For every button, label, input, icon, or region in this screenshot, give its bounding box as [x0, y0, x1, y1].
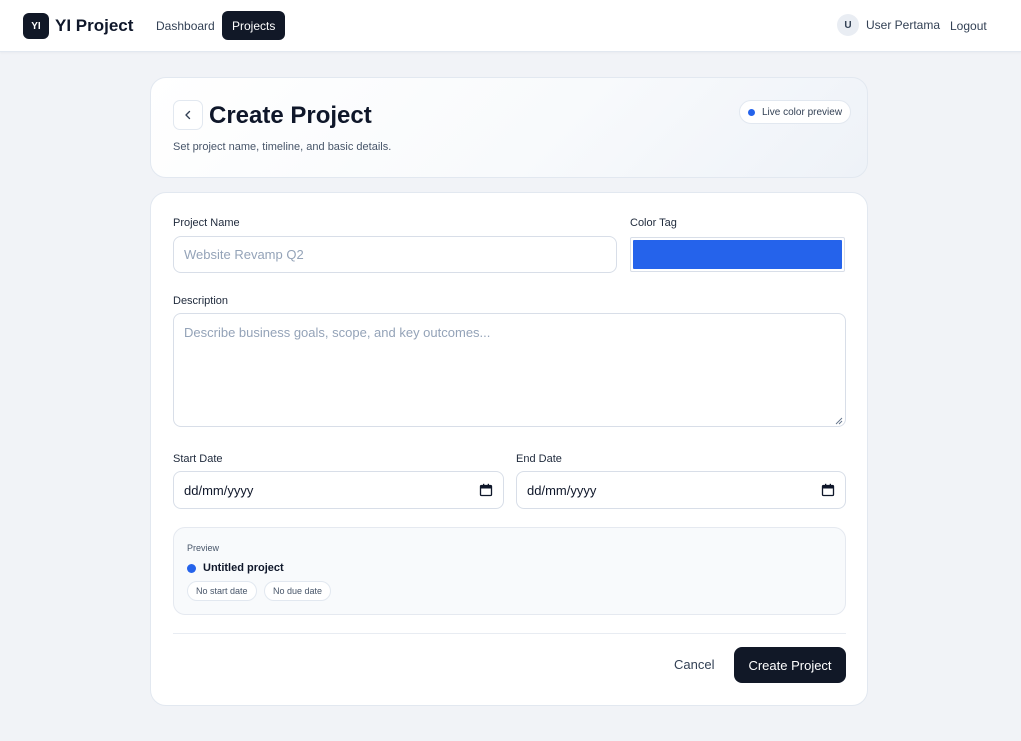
start-date-label: Start Date — [173, 453, 223, 465]
start-date-input[interactable]: dd/mm/yyyy — [173, 471, 504, 509]
page-header-card: Create Project Set project name, timelin… — [150, 77, 868, 178]
preview-title-row: Untitled project — [187, 562, 284, 574]
nav-item-projects[interactable]: Projects — [222, 11, 286, 40]
page-title: Create Project — [209, 102, 372, 129]
user-menu[interactable]: U User Pertama — [837, 14, 940, 36]
calendar-icon[interactable] — [821, 483, 835, 497]
page-subtitle: Set project name, timeline, and basic de… — [173, 141, 392, 153]
end-date-label: End Date — [516, 453, 562, 465]
resize-handle-icon[interactable] — [835, 417, 843, 425]
nav-item-dashboard[interactable]: Dashboard — [146, 11, 225, 40]
user-name: User Pertama — [866, 18, 941, 32]
logout-link[interactable]: Logout — [950, 19, 987, 33]
cancel-button[interactable]: Cancel — [674, 657, 714, 672]
brand-name: YI Project — [55, 16, 134, 35]
project-form: Project Name Color Tag Description Start… — [150, 192, 868, 706]
due-date-chip: No due date — [264, 581, 332, 601]
create-project-button[interactable]: Create Project — [734, 647, 846, 683]
brand-logo: YI — [23, 13, 49, 39]
end-date-placeholder: dd/mm/yyyy — [527, 482, 597, 498]
color-swatch — [633, 240, 842, 269]
description-label: Description — [173, 295, 229, 307]
start-date-placeholder: dd/mm/yyyy — [184, 482, 254, 498]
color-tag-label: Color Tag — [630, 217, 677, 229]
live-color-preview-badge: Live color preview — [739, 100, 852, 124]
calendar-icon[interactable] — [479, 483, 493, 497]
preview-label: Preview — [187, 543, 220, 553]
end-date-input[interactable]: dd/mm/yyyy — [516, 471, 846, 509]
start-date-chip: No start date — [187, 581, 257, 601]
back-button[interactable] — [173, 100, 203, 130]
divider — [173, 633, 846, 634]
brand[interactable]: YI YI Project — [23, 13, 133, 39]
color-dot-icon — [748, 108, 755, 116]
color-tag-picker[interactable] — [630, 237, 845, 272]
project-name-input[interactable] — [173, 236, 617, 273]
avatar: U — [837, 14, 859, 36]
top-navbar: YI YI Project Dashboard Projects U User … — [0, 0, 1021, 52]
project-preview: Preview Untitled project No start date N… — [173, 527, 846, 615]
preview-title: Untitled project — [203, 562, 284, 574]
description-textarea[interactable] — [173, 313, 846, 427]
project-name-label: Project Name — [173, 217, 240, 229]
color-dot-icon — [187, 563, 196, 573]
live-preview-label: Live color preview — [762, 106, 843, 118]
chevron-left-icon — [185, 110, 191, 120]
